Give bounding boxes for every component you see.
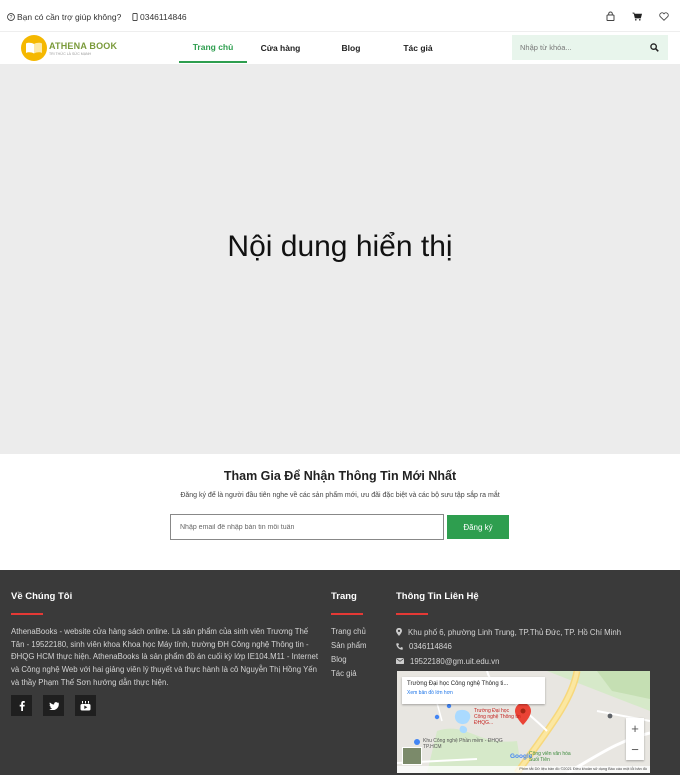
main-header: ATHENA BOOK TRI THỨC LÀ SỨC MẠNH Trang c… <box>0 32 680 65</box>
footer-about-divider <box>11 613 43 615</box>
main-content: Nội dung hiển thị <box>0 65 680 454</box>
book-logo-icon <box>21 35 47 61</box>
nav-shop[interactable]: Cửa hàng <box>247 32 314 63</box>
envelope-icon <box>396 658 404 665</box>
help-link[interactable]: ? Bạn có cần trợ giúp không? <box>7 12 121 22</box>
content-placeholder: Nội dung hiển thị <box>227 229 453 263</box>
phone-link[interactable]: 0346114846 <box>132 12 187 22</box>
search-input[interactable] <box>520 43 640 52</box>
facebook-icon[interactable] <box>11 695 32 716</box>
map-park-label: Công viên văn hóa Suối Tiên <box>529 751 571 763</box>
mobile-phone-icon <box>132 13 138 21</box>
map-place-title: Trường Đại học Công nghệ Thông ti... <box>407 681 509 687</box>
phone-icon <box>396 643 403 651</box>
help-text: Bạn có cần trợ giúp không? <box>17 12 122 22</box>
footer: Về Chúng Tôi AthenaBooks - website cửa h… <box>0 570 680 775</box>
map-poi-label: Khu Công nghệ Phần mềm - ĐHQG TP.HCM <box>423 738 503 750</box>
contact-email-row: 19522180@gm.uit.edu.vn <box>396 654 621 669</box>
heart-icon[interactable] <box>659 11 669 21</box>
search-box <box>512 35 668 60</box>
newsletter-section: Tham Gia Để Nhận Thông Tin Mới Nhất Đăng… <box>0 454 680 570</box>
contact-phone: 0346114846 <box>409 642 452 652</box>
question-circle-icon: ? <box>7 13 15 21</box>
map-zoom-out-button[interactable]: − <box>631 742 639 757</box>
footer-contact-divider <box>396 613 428 615</box>
google-logo: Google <box>510 753 533 760</box>
user-icon[interactable] <box>606 11 615 21</box>
footer-pages-list: Trang chủ Sản phẩm Blog Tác giả <box>331 625 367 681</box>
map-zoom-in-button[interactable]: + <box>631 721 639 736</box>
svg-text:?: ? <box>10 15 13 21</box>
map-larger-link[interactable]: Xem bản đồ lớn hơn <box>407 690 540 696</box>
top-bar: ? Bạn có cần trợ giúp không? 0346114846 <box>0 0 680 32</box>
newsletter-email-input[interactable] <box>170 514 444 540</box>
newsletter-title: Tham Gia Để Nhận Thông Tin Mới Nhất <box>223 469 457 483</box>
search-icon[interactable] <box>650 43 659 52</box>
contact-address-row: Khu phố 6, phường Linh Trung, TP.Thủ Đức… <box>396 625 621 640</box>
phone-number: 0346114846 <box>140 12 187 22</box>
site-logo[interactable]: ATHENA BOOK TRI THỨC LÀ SỨC MẠNH <box>21 35 117 61</box>
footer-link-blog[interactable]: Blog <box>331 653 367 667</box>
twitter-icon[interactable] <box>43 695 64 716</box>
contact-address: Khu phố 6, phường Linh Trung, TP.Thủ Đức… <box>408 627 622 637</box>
footer-pages-divider <box>331 613 363 615</box>
map-marker-icon <box>396 628 402 637</box>
contact-phone-row: 0346114846 <box>396 640 621 655</box>
logo-tagline: TRI THỨC LÀ SỨC MẠNH <box>49 51 92 56</box>
newsletter-subscribe-button[interactable]: Đăng ký <box>447 515 509 539</box>
footer-link-products[interactable]: Sản phẩm <box>331 639 367 653</box>
newsletter-subtitle: Đăng ký để là người đầu tiên nghe về các… <box>180 492 500 499</box>
footer-pages-title: Trang <box>331 591 357 602</box>
nav-authors[interactable]: Tác giả <box>388 32 448 63</box>
footer-about-text: AthenaBooks - website cửa hàng sách onli… <box>11 627 319 687</box>
footer-link-authors[interactable]: Tác giả <box>331 667 367 681</box>
logo-brand: ATHENA BOOK <box>49 40 118 51</box>
map-place-card: Trường Đại học Công nghệ Thông ti... Xem… <box>402 677 545 704</box>
main-nav: Trang chủ Cửa hàng Blog Tác giả <box>179 32 448 63</box>
social-links <box>11 695 96 716</box>
footer-contact-title: Thông Tin Liên Hệ <box>396 591 479 602</box>
contact-email: 19522180@gm.uit.edu.vn <box>410 656 500 666</box>
map-satellite-toggle[interactable] <box>402 747 422 765</box>
youtube-icon[interactable] <box>75 695 96 716</box>
footer-contact-list: Khu phố 6, phường Linh Trung, TP.Thủ Đức… <box>396 625 621 669</box>
map-marker-label: Trường Đại học Công nghệ Thông tin ĐHQG.… <box>474 708 521 726</box>
nav-home[interactable]: Trang chủ <box>179 32 247 63</box>
map-attribution: Phím tắt Dữ liệu bản đồ ©2021 Điều khoản… <box>397 766 650 773</box>
cart-icon[interactable] <box>632 12 642 21</box>
map-zoom-controls: + − <box>626 718 644 760</box>
footer-link-home[interactable]: Trang chủ <box>331 625 367 639</box>
nav-blog[interactable]: Blog <box>314 32 388 63</box>
footer-about-title: Về Chúng Tôi <box>11 591 73 602</box>
google-map[interactable]: Trường Đại học Công nghệ Thông tin ĐHQG.… <box>397 671 650 773</box>
